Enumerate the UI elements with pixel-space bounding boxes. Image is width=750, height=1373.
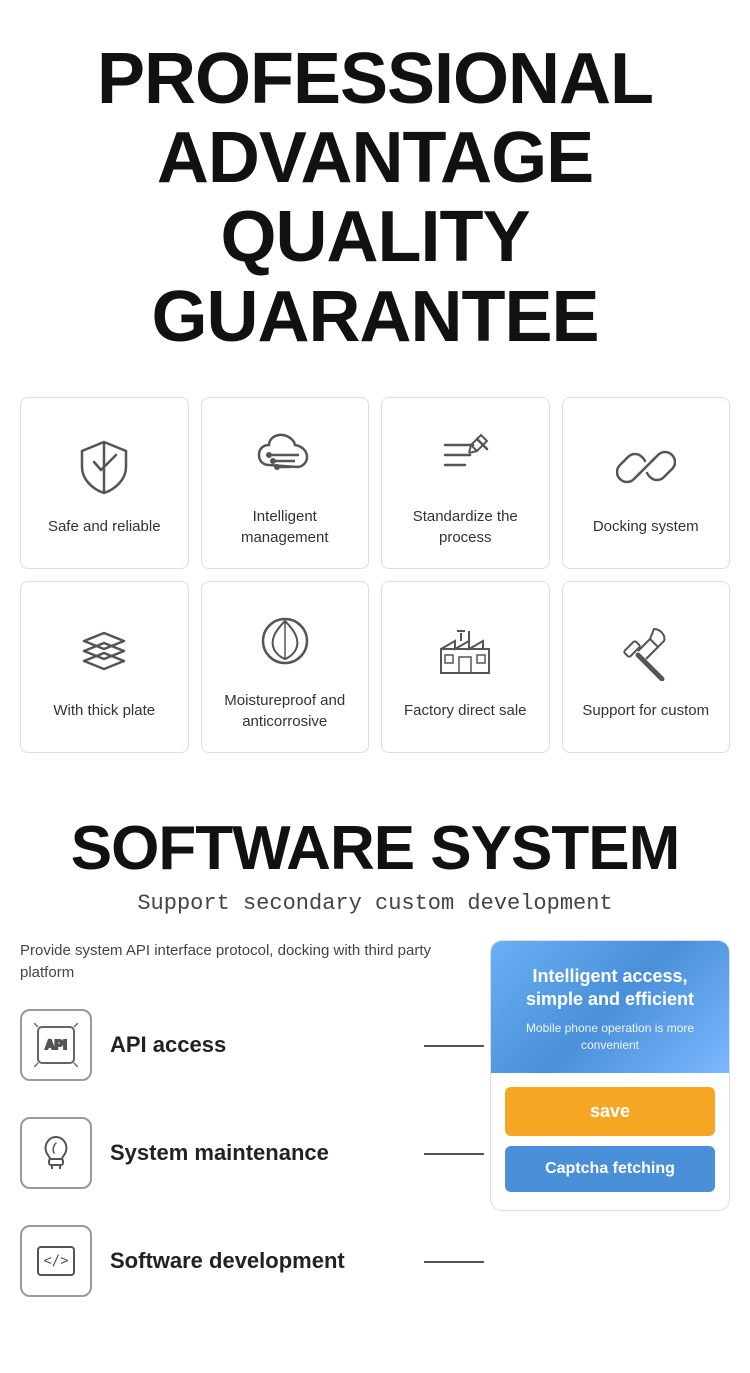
- sw-connector-api: [424, 1045, 484, 1047]
- save-button[interactable]: save: [505, 1087, 715, 1136]
- grid-row-1: Safe and reliable Intelligent management: [20, 397, 730, 569]
- software-subtitle: Support secondary custom development: [20, 891, 730, 916]
- sw-item-maintenance-label: System maintenance: [110, 1139, 329, 1168]
- software-right-panel: Intelligent access, simple and efficient…: [490, 940, 730, 1211]
- card-intelligent-management: Intelligent management: [201, 397, 370, 569]
- drop-wrench-icon: [20, 1117, 92, 1189]
- card-standardize-process: Standardize the process: [381, 397, 550, 569]
- factory-icon: [430, 616, 500, 686]
- card-thick-plate: With thick plate: [20, 581, 189, 753]
- card-docking-system: Docking system: [562, 397, 731, 569]
- features-grid: Safe and reliable Intelligent management: [0, 387, 750, 795]
- card-docking-system-label: Docking system: [593, 516, 699, 537]
- card-support-custom-label: Support for custom: [582, 700, 709, 721]
- card-support-custom: Support for custom: [562, 581, 731, 753]
- card-intelligent-management-label: Intelligent management: [212, 506, 359, 548]
- panel-sub-text: Mobile phone operation is more convenien…: [509, 1020, 711, 1054]
- card-factory-direct-label: Factory direct sale: [404, 700, 527, 721]
- api-icon: API: [20, 1009, 92, 1081]
- panel-main-text: Intelligent access, simple and efficient: [509, 965, 711, 1012]
- card-safe-reliable: Safe and reliable: [20, 397, 189, 569]
- sw-item-development: </> Software development: [20, 1225, 474, 1297]
- card-moistureproof: Moistureproof and anticorrosive: [201, 581, 370, 753]
- main-title: PROFESSIONAL ADVANTAGE QUALITY GUARANTEE: [20, 40, 730, 357]
- card-safe-reliable-label: Safe and reliable: [48, 516, 161, 537]
- software-body: Provide system API interface protocol, d…: [20, 940, 730, 1333]
- card-thick-plate-label: With thick plate: [53, 700, 155, 721]
- sw-connector-development: [424, 1261, 484, 1263]
- layers-icon: [69, 616, 139, 686]
- card-standardize-process-label: Standardize the process: [392, 506, 539, 548]
- software-title: SOFTWARE SYSTEM: [20, 815, 730, 883]
- svg-text:API: API: [45, 1037, 67, 1052]
- svg-text:</>: </>: [43, 1253, 68, 1269]
- tools-icon: [611, 616, 681, 686]
- code-icon: </>: [20, 1225, 92, 1297]
- software-left: Provide system API interface protocol, d…: [20, 940, 474, 1333]
- link-icon: [611, 432, 681, 502]
- sw-item-maintenance: System maintenance: [20, 1117, 474, 1189]
- page-header: PROFESSIONAL ADVANTAGE QUALITY GUARANTEE: [0, 0, 750, 387]
- cloud-filter-icon: [250, 422, 320, 492]
- captcha-button[interactable]: Captcha fetching: [505, 1146, 715, 1192]
- panel-top: Intelligent access, simple and efficient…: [491, 941, 729, 1073]
- leaf-shield-icon: [250, 606, 320, 676]
- sw-item-development-label: Software development: [110, 1247, 345, 1276]
- pen-list-icon: [430, 422, 500, 492]
- sw-connector-maintenance: [424, 1153, 484, 1155]
- card-factory-direct: Factory direct sale: [381, 581, 550, 753]
- panel-buttons: save Captcha fetching: [491, 1073, 729, 1210]
- card-moistureproof-label: Moistureproof and anticorrosive: [212, 690, 359, 732]
- shield-icon: [69, 432, 139, 502]
- software-section: SOFTWARE SYSTEM Support secondary custom…: [0, 795, 750, 1363]
- sw-item-api-label: API access: [110, 1031, 226, 1060]
- grid-row-2: With thick plate Moistureproof and antic…: [20, 581, 730, 753]
- sw-item-api: API API access: [20, 1009, 474, 1081]
- software-description: Provide system API interface protocol, d…: [20, 940, 474, 985]
